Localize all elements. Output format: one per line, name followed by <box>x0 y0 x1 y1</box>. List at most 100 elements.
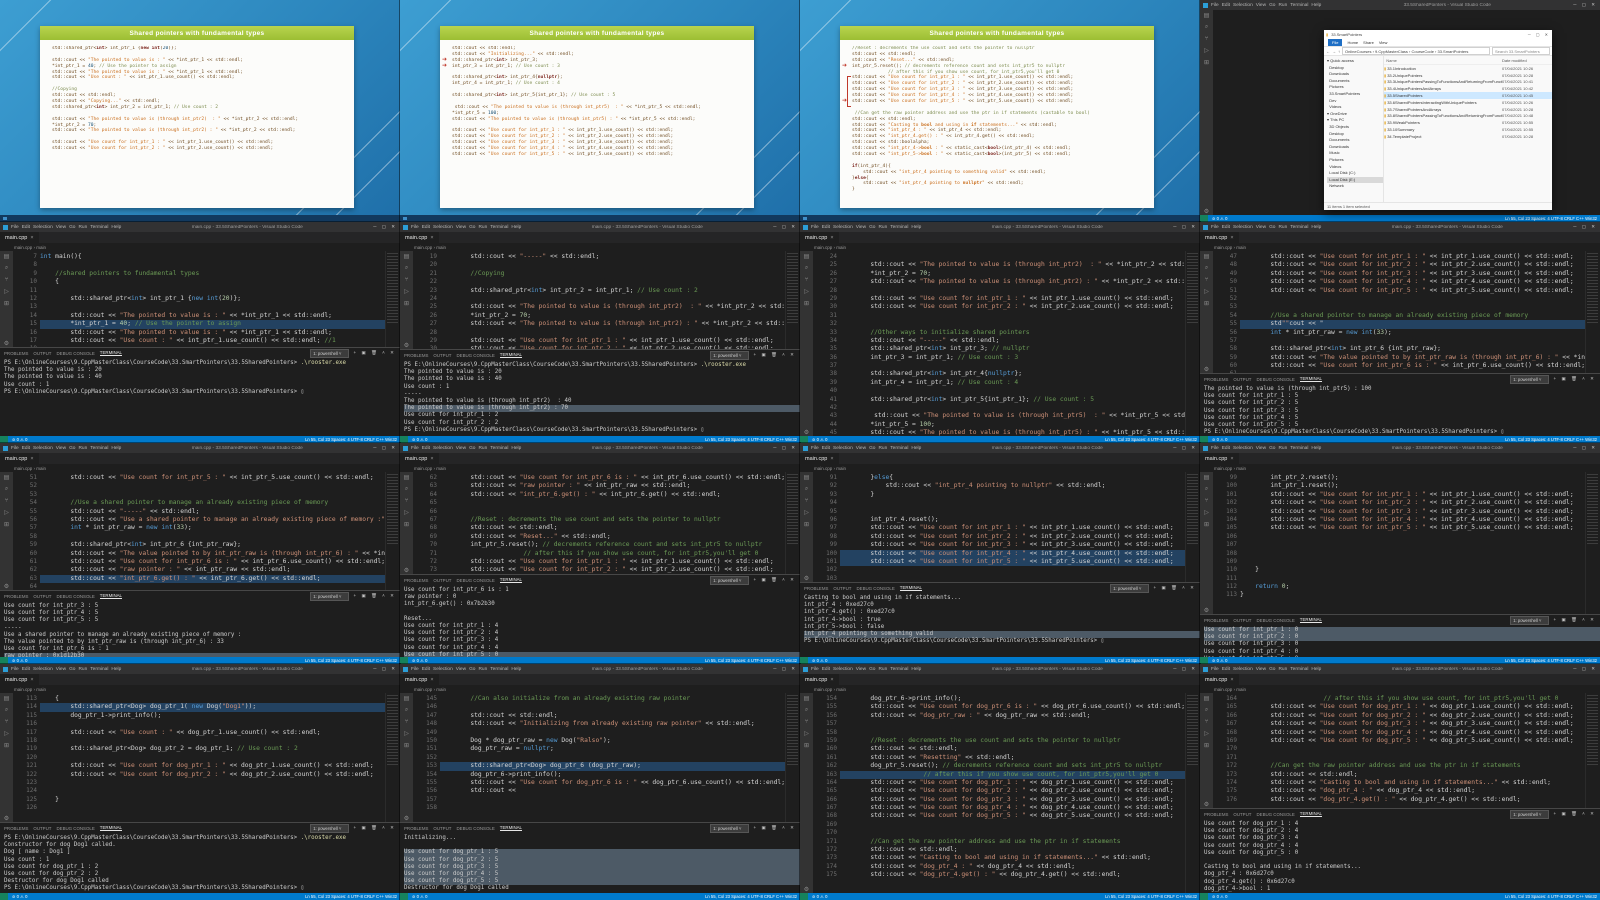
menu-item-terminal[interactable]: Terminal <box>1290 225 1308 230</box>
tab-main-cpp[interactable]: main.cpp × <box>400 232 440 243</box>
tab-main-cpp[interactable]: main.cpp × <box>400 674 440 685</box>
menu-item-selection[interactable]: Selection <box>833 446 853 451</box>
status-right[interactable]: Ln 55, Col 23 Spaces: 4 UTF-8 CRLF C++ W… <box>1105 658 1197 663</box>
menu-item-edit[interactable]: Edit <box>22 225 30 230</box>
code-area[interactable]: }else{ std::cout << "int_ptr_4 pointing … <box>840 472 1185 582</box>
file-row[interactable]: ▮33.3UniquePointersPassingToFunctionsAnd… <box>1384 79 1552 86</box>
source-control-icon[interactable]: ⑂ <box>405 498 409 504</box>
panel-tab-problems[interactable]: PROBLEMS <box>404 353 428 358</box>
tab-close-icon[interactable]: × <box>430 677 433 683</box>
files-icon[interactable]: ▤ <box>1204 474 1210 481</box>
explorer-nav-item[interactable]: Videos <box>1327 104 1383 111</box>
menu-item-terminal[interactable]: Terminal <box>490 225 508 230</box>
editor[interactable]: 164 165 166 167 168 169 170 171 172 173 174 175 176 … <box>1213 693 1600 808</box>
remote-indicator[interactable] <box>1200 893 1208 900</box>
tab-close-icon[interactable]: × <box>430 456 433 462</box>
terminal-output[interactable]: The pointed to value is (through int_ptr… <box>1200 384 1600 436</box>
status-right[interactable]: Ln 55, Col 23 Spaces: 4 UTF-8 CRLF C++ W… <box>305 437 397 442</box>
explorer-nav-item[interactable]: Local Disk (E:) <box>1327 176 1383 184</box>
status-right[interactable]: Ln 55, Col 23 Spaces: 4 UTF-8 CRLF C++ W… <box>1105 437 1197 442</box>
status-right[interactable]: Ln 55, Col 23 Spaces: 4 UTF-8 CRLF C++ W… <box>1505 894 1597 899</box>
menu-item-file[interactable]: File <box>11 667 19 672</box>
run-debug-icon[interactable]: ▷ <box>4 509 9 516</box>
menu-item-help[interactable]: Help <box>911 225 921 230</box>
shell-selector[interactable]: 1: powershell ˅ <box>1110 583 1149 593</box>
explorer-window-controls[interactable]: ─ ▢ ✕ <box>1528 32 1550 37</box>
panel-tab-problems[interactable]: PROBLEMS <box>4 594 28 599</box>
code-area[interactable]: std::cout << "The pointed to value is (t… <box>840 251 1185 436</box>
explorer-nav-item[interactable]: Videos <box>1327 164 1383 171</box>
search-icon[interactable]: ⌕ <box>5 265 8 272</box>
explorer-nav-item[interactable]: ▾ Quick access <box>1327 58 1383 65</box>
menu-item-edit[interactable]: Edit <box>422 667 430 672</box>
settings-gear-icon[interactable]: ⚙ <box>804 575 809 582</box>
minimap[interactable] <box>1185 472 1200 582</box>
tab-main-cpp[interactable]: main.cpp × <box>0 453 40 464</box>
remote-indicator[interactable] <box>400 657 408 664</box>
settings-gear-icon[interactable]: ⚙ <box>4 340 9 347</box>
start-icon[interactable] <box>403 217 407 220</box>
panel-tab-output[interactable]: OUTPUT <box>433 353 451 358</box>
menu-item-file[interactable]: File <box>1211 225 1219 230</box>
menu-item-help[interactable]: Help <box>111 446 121 451</box>
run-debug-icon[interactable]: ▷ <box>804 509 809 516</box>
tab-main-cpp[interactable]: main.cpp × <box>1200 232 1240 243</box>
panel-tab-terminal[interactable]: TERMINAL <box>1299 376 1322 382</box>
menu-item-go[interactable]: Go <box>1269 3 1275 8</box>
menu-item-go[interactable]: Go <box>469 225 475 230</box>
extensions-icon[interactable]: ⊞ <box>804 300 809 307</box>
problems-status[interactable]: ⊘ 0 ⚠ 0 <box>412 658 427 663</box>
menu-item-edit[interactable]: Edit <box>22 446 30 451</box>
status-bar[interactable]: ⊘ 0 ⚠ 0 Ln 55, Col 23 Spaces: 4 UTF-8 CR… <box>0 657 400 664</box>
explorer-nav-item[interactable]: Desktop <box>1327 65 1383 72</box>
explorer-nav-item[interactable]: Network <box>1327 183 1383 190</box>
windows-taskbar[interactable] <box>400 215 800 222</box>
forward-icon[interactable]: → <box>1332 49 1336 54</box>
remote-indicator[interactable] <box>1200 215 1208 222</box>
files-icon[interactable]: ▤ <box>404 253 410 260</box>
menu-item-selection[interactable]: Selection <box>33 225 53 230</box>
source-control-icon[interactable]: ⑂ <box>405 719 409 725</box>
terminal-output[interactable]: Use count for int_ptr_3 : 5 Use count for… <box>0 601 400 657</box>
extensions-icon[interactable]: ⊞ <box>1204 742 1209 749</box>
menu-item-help[interactable]: Help <box>1311 446 1321 451</box>
remote-indicator[interactable] <box>400 436 408 443</box>
window-controls[interactable]: ─ ▢ ✕ <box>773 224 797 230</box>
menu-item-run[interactable]: Run <box>78 225 87 230</box>
minimap[interactable] <box>1185 251 1200 436</box>
menu-item-view[interactable]: View <box>856 446 866 451</box>
remote-indicator[interactable] <box>0 893 8 900</box>
settings-gear-icon[interactable]: ⚙ <box>4 815 9 822</box>
menu-item-view[interactable]: View <box>56 667 66 672</box>
window-controls[interactable]: ─ ▢ ✕ <box>373 445 397 451</box>
menu-item-selection[interactable]: Selection <box>1233 667 1253 672</box>
file-row[interactable]: ▮33.10Summary 07/04/2021 10:55File folde… <box>1384 126 1552 133</box>
shell-selector[interactable]: 1: powershell ˅ <box>710 575 749 585</box>
breadcrumb[interactable]: main.cpp › main <box>800 243 1200 251</box>
menu-item-run[interactable]: Run <box>1278 3 1287 8</box>
code-area[interactable]: int_ptr_2.reset(); int_ptr_1.reset(); st… <box>1240 472 1585 614</box>
shell-selector[interactable]: 1: powershell ˅ <box>1510 809 1549 819</box>
source-control-icon[interactable]: ⑂ <box>5 498 9 504</box>
search-icon[interactable]: ⌕ <box>1205 707 1208 714</box>
explorer-nav-item[interactable]: 33.SmartPointers <box>1327 91 1383 98</box>
menu-item-view[interactable]: View <box>56 225 66 230</box>
menu-item-go[interactable]: Go <box>69 667 75 672</box>
tab-main-cpp[interactable]: main.cpp × <box>0 232 40 243</box>
menu-item-terminal[interactable]: Terminal <box>90 225 108 230</box>
menu-item-selection[interactable]: Selection <box>833 225 853 230</box>
menu-item-view[interactable]: View <box>56 446 66 451</box>
settings-gear-icon[interactable]: ⚙ <box>1204 366 1209 373</box>
shell-selector[interactable]: 1: powershell ˅ <box>1510 615 1549 625</box>
extensions-icon[interactable]: ⊞ <box>404 742 409 749</box>
panel-tab-output[interactable]: OUTPUT <box>1233 377 1251 382</box>
tab-main-cpp[interactable]: main.cpp × <box>800 674 840 685</box>
explorer-nav-item[interactable]: Music <box>1327 150 1383 157</box>
up-icon[interactable]: ↑ <box>1338 49 1340 54</box>
settings-gear-icon[interactable]: ⚙ <box>1204 801 1209 808</box>
editor[interactable]: 515253545556575859606162636465 std::cout… <box>13 472 400 590</box>
menu-item-selection[interactable]: Selection <box>33 446 53 451</box>
menu-item-go[interactable]: Go <box>69 446 75 451</box>
remote-indicator[interactable] <box>400 893 408 900</box>
window-controls[interactable]: ─ ▢ ✕ <box>1173 666 1197 672</box>
